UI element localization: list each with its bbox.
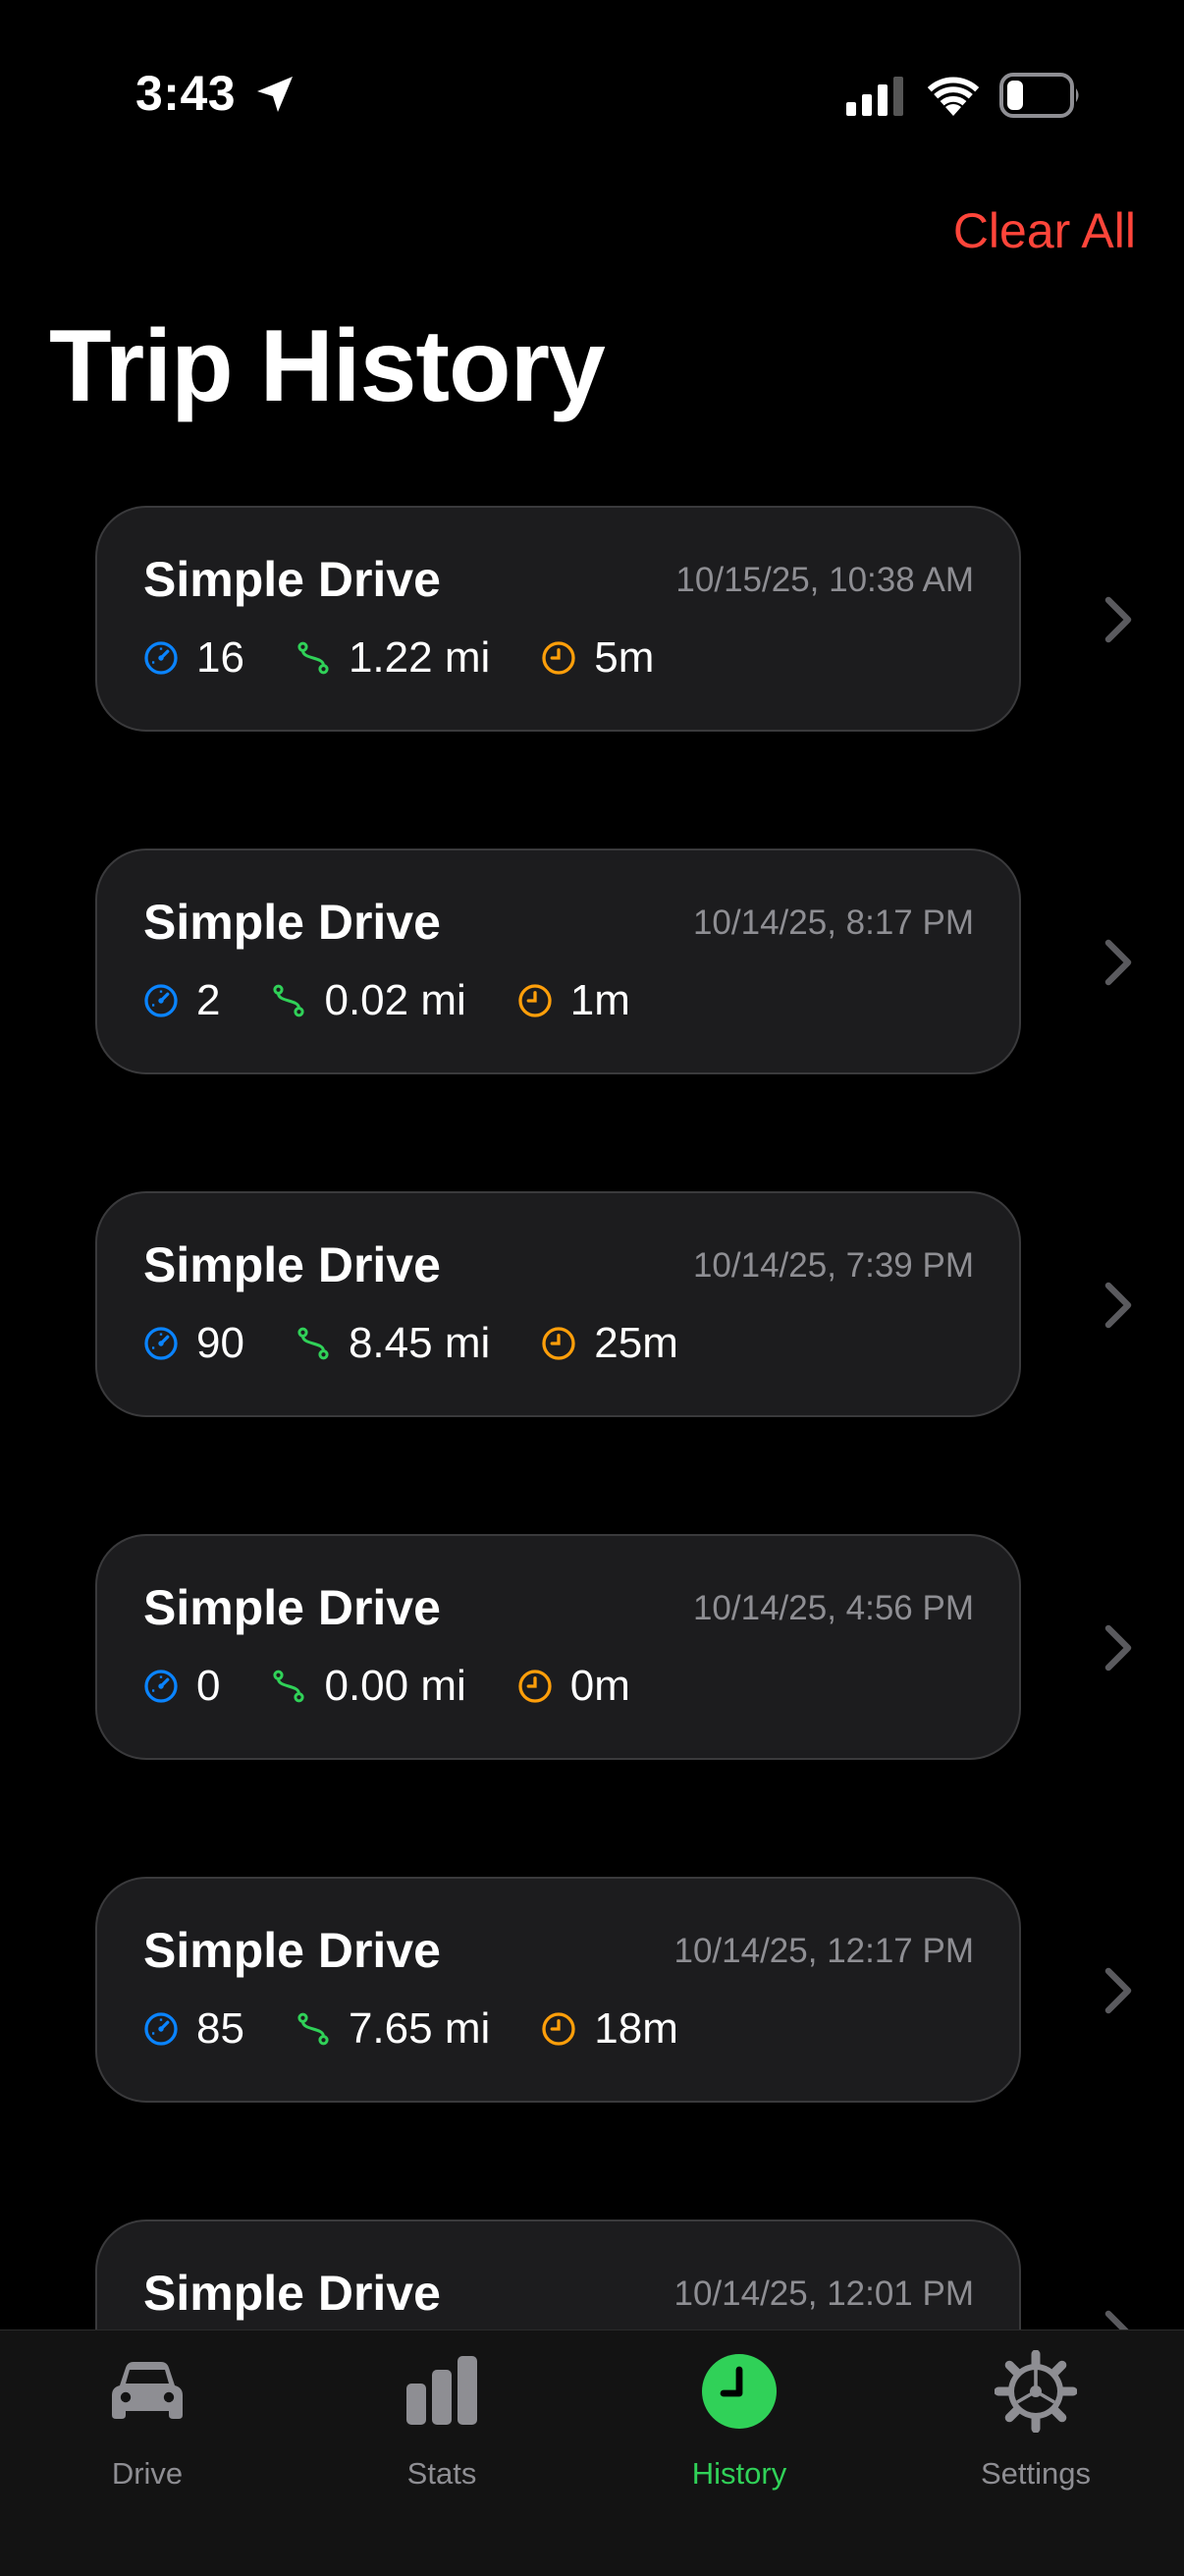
trip-card[interactable]: Simple Drive 10/14/25, 4:56 PM 0 0.00 mi… [95,1534,1021,1760]
trip-date: 10/14/25, 12:01 PM [673,2275,975,2313]
gear-icon [995,2350,1077,2433]
tab-drive[interactable]: Drive [29,2350,265,2491]
trip-card[interactable]: Simple Drive 10/14/25, 12:01 PM [95,2220,1021,2329]
clock-icon [542,2012,575,2046]
chevron-right-icon[interactable] [1103,2309,1133,2329]
trip-date: 10/14/25, 8:17 PM [692,904,974,942]
distance-value: 0.00 mi [324,1662,466,1710]
clock-icon [518,1670,552,1703]
speed-value: 85 [196,2004,244,2053]
clock-icon [542,641,575,675]
trip-date: 10/14/25, 7:39 PM [692,1246,974,1285]
tab-bar: Drive Stats History Settings [0,2329,1184,2576]
chevron-right-icon[interactable] [1103,1966,1133,2015]
speedometer-icon [144,1327,178,1360]
distance-stat: 1.22 mi [296,633,490,683]
chevron-right-icon[interactable] [1103,1623,1133,1672]
distance-value: 7.65 mi [348,2004,491,2053]
chevron-right-icon[interactable] [1103,1281,1133,1330]
trip-card[interactable]: Simple Drive 10/14/25, 7:39 PM 90 8.45 m… [95,1191,1021,1417]
trip-card[interactable]: Simple Drive 10/15/25, 10:38 AM 16 1.22 … [95,506,1021,732]
trip-title: Simple Drive [143,1923,441,1978]
tab-settings[interactable]: Settings [918,2350,1154,2491]
trip-date: 10/14/25, 4:56 PM [692,1589,974,1627]
duration-value: 1m [569,976,630,1024]
tab-stats[interactable]: Stats [324,2350,560,2491]
trip-title: Simple Drive [143,1237,441,1292]
speedometer-icon [144,1670,178,1703]
clock-icon [542,1327,575,1360]
duration-stat: 25m [541,1319,678,1368]
speed-value: 0 [196,1662,221,1710]
speed-value: 16 [196,633,244,682]
distance-value: 8.45 mi [348,1319,491,1367]
trip-stats: 16 1.22 mi 5m [143,631,705,685]
route-icon [297,1327,329,1360]
trip-card[interactable]: Simple Drive 10/14/25, 8:17 PM 2 0.02 mi… [95,849,1021,1074]
chevron-right-icon[interactable] [1103,595,1133,644]
duration-value: 18m [594,2004,678,2053]
tab-label: History [691,2456,787,2491]
distance-stat: 7.65 mi [296,2004,490,2054]
speedometer-icon [144,2012,178,2046]
trip-title: Simple Drive [143,895,441,950]
trip-date: 10/15/25, 10:38 AM [675,561,974,599]
trip-title: Simple Drive [143,1580,441,1635]
speed-stat: 2 [143,976,220,1025]
distance-value: 0.02 mi [324,976,466,1024]
route-icon [297,641,329,675]
duration-stat: 18m [541,2004,678,2054]
trip-date: 10/14/25, 12:17 PM [673,1932,975,1970]
speedometer-icon [144,984,178,1017]
duration-value: 25m [594,1319,678,1367]
speedometer-icon [144,641,178,675]
clock-icon [518,984,552,1017]
duration-stat: 5m [541,633,654,683]
trip-card[interactable]: Simple Drive 10/14/25, 12:17 PM 85 7.65 … [95,1877,1021,2103]
tab-label: Stats [406,2456,477,2491]
tab-label: Settings [980,2456,1091,2491]
duration-stat: 1m [517,976,630,1025]
trip-list[interactable]: Simple Drive 10/15/25, 10:38 AM 16 1.22 … [0,0,1184,2329]
distance-value: 1.22 mi [348,633,491,682]
route-icon [297,2012,329,2046]
trip-stats: 2 0.02 mi 1m [143,974,681,1027]
tab-label: Drive [111,2456,184,2491]
speed-value: 90 [196,1319,244,1367]
route-icon [273,984,305,1017]
distance-stat: 8.45 mi [296,1319,490,1368]
speed-stat: 16 [143,633,244,683]
speed-stat: 0 [143,1662,220,1711]
distance-stat: 0.00 mi [271,1662,466,1711]
trip-stats: 90 8.45 mi 25m [143,1317,729,1370]
chevron-right-icon[interactable] [1103,938,1133,987]
tab-history[interactable]: History [621,2350,857,2491]
trip-stats: 0 0.00 mi 0m [143,1660,681,1713]
duration-value: 0m [569,1662,630,1710]
distance-stat: 0.02 mi [271,976,466,1025]
speed-stat: 85 [143,2004,244,2054]
trip-title: Simple Drive [143,552,441,607]
route-icon [273,1670,305,1703]
trip-title: Simple Drive [143,2266,441,2321]
chart-bars-icon [406,2356,477,2425]
duration-stat: 0m [517,1662,630,1711]
speed-value: 2 [196,976,221,1024]
trip-stats: 85 7.65 mi 18m [143,2002,729,2055]
clock-icon [702,2354,777,2429]
duration-value: 5m [594,633,655,682]
car-icon [112,2362,183,2419]
speed-stat: 90 [143,1319,244,1368]
